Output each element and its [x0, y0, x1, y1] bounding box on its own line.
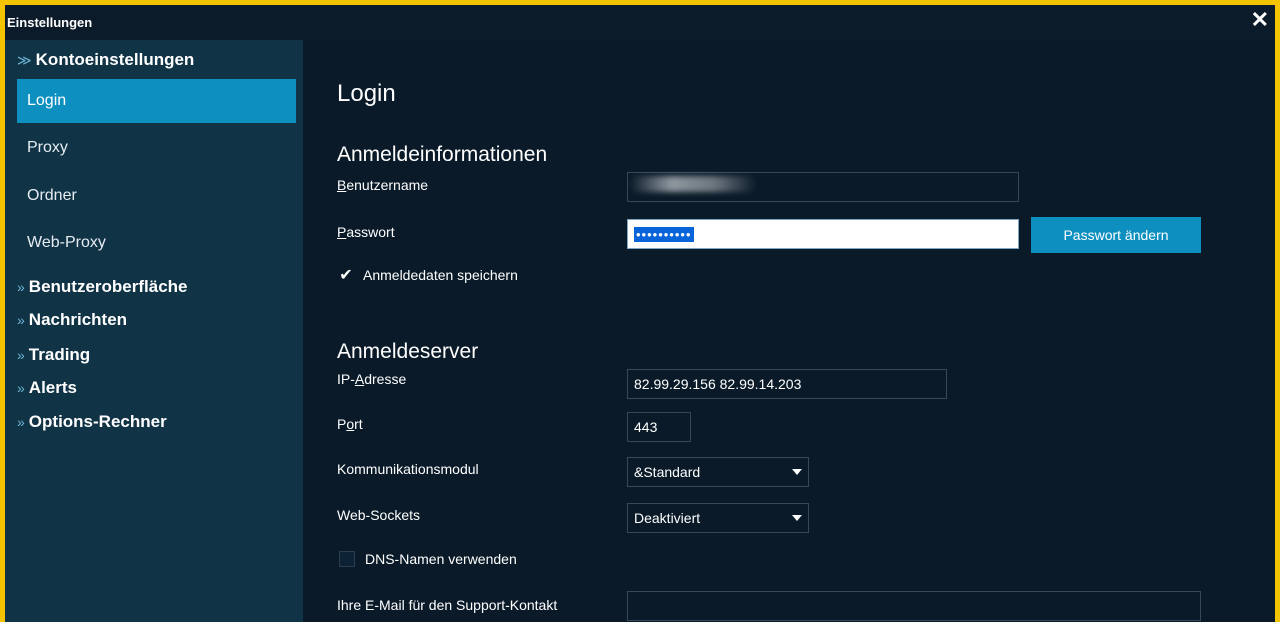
port-field[interactable]: 443	[627, 412, 691, 442]
username-label-accesskey: B	[337, 177, 347, 193]
websockets-value: Deaktiviert	[634, 510, 701, 526]
sidebar-group-kontoeinstellungen[interactable]: ≫ Kontoeinstellungen	[17, 50, 194, 70]
comm-module-select[interactable]: &Standard	[627, 457, 809, 487]
window-title: Einstellungen	[7, 15, 93, 30]
port-label: Port	[337, 416, 363, 432]
port-value: 443	[634, 419, 658, 435]
credentials-heading: Anmeldeinformationen	[337, 143, 548, 166]
sidebar-item-label: Login	[27, 92, 67, 109]
save-credentials-checkbox[interactable]: ✔ Anmeldedaten speichern	[339, 267, 518, 284]
sidebar-group-label: Options-Rechner	[28, 412, 167, 431]
server-heading: Anmeldeserver	[337, 340, 479, 363]
websockets-select[interactable]: Deaktiviert	[627, 503, 809, 533]
ip-label-post: dresse	[364, 371, 407, 387]
comm-module-label: Kommunikationsmodul	[337, 461, 479, 477]
ip-address-value: 82.99.29.156 82.99.14.203	[634, 376, 802, 392]
support-email-label: Ihre E-Mail für den Support-Kontakt	[337, 597, 558, 613]
close-icon[interactable]: ✕	[1251, 8, 1269, 32]
change-password-button[interactable]: Passwort ändern	[1031, 217, 1201, 253]
sidebar-group-label: Alerts	[28, 378, 77, 397]
username-redacted	[629, 176, 757, 192]
sidebar-item-web-proxy[interactable]: Web-Proxy	[17, 221, 296, 265]
websockets-label: Web-Sockets	[337, 507, 420, 523]
dns-names-checkbox[interactable]: DNS-Namen verwenden	[339, 551, 517, 567]
password-label: Passwort	[337, 224, 395, 240]
sidebar-group-alerts[interactable]: » Alerts	[17, 378, 77, 398]
sidebar-group-trading[interactable]: » Trading	[17, 345, 90, 365]
username-label: Benutzername	[337, 177, 428, 193]
ip-address-field[interactable]: 82.99.29.156 82.99.14.203	[627, 369, 947, 399]
sidebar-item-login[interactable]: Login	[17, 79, 296, 123]
save-credentials-label: Anmeldedaten speichern	[363, 267, 518, 283]
password-label-rest: asswort	[346, 224, 395, 240]
port-label-accesskey: o	[346, 416, 355, 432]
sidebar-group-benutzeroberflaeche[interactable]: » Benutzeroberfläche	[17, 277, 188, 297]
ip-label-accesskey: A	[354, 371, 365, 387]
sidebar-group-label: Nachrichten	[28, 310, 128, 329]
dns-names-label: DNS-Namen verwenden	[365, 551, 517, 567]
ip-label: IP-Adresse	[337, 371, 406, 387]
sidebar-item-ordner[interactable]: Ordner	[17, 174, 296, 218]
port-label-post: rt	[354, 416, 363, 432]
sidebar-item-label: Web-Proxy	[27, 234, 106, 251]
support-email-field[interactable]	[627, 591, 1201, 621]
chevron-down-icon	[792, 469, 802, 475]
sidebar-group-options-rechner[interactable]: » Options-Rechner	[17, 412, 167, 432]
checkmark-icon: ✔	[339, 267, 353, 284]
sidebar-item-label: Proxy	[27, 139, 68, 156]
sidebar-group-label: Kontoeinstellungen	[35, 50, 195, 69]
settings-window: Einstellungen ✕ ≫ Kontoeinstellungen Log…	[5, 5, 1275, 622]
title-bar: Einstellungen ✕	[5, 5, 1275, 40]
password-field[interactable]: ••••••••••	[627, 219, 1019, 249]
comm-module-value: &Standard	[634, 464, 701, 480]
chevron-right-icon: »	[17, 279, 25, 295]
sidebar-group-label: Trading	[28, 345, 91, 364]
password-mask: ••••••••••	[634, 226, 694, 242]
chevron-down-icon	[792, 515, 802, 521]
port-label-pre: P	[337, 416, 347, 432]
sidebar-item-proxy[interactable]: Proxy	[17, 126, 296, 170]
main-panel: Login Anmeldeinformationen Benutzername …	[303, 40, 1275, 622]
ip-label-pre: IP-	[337, 371, 355, 387]
chevron-right-icon: »	[17, 347, 25, 363]
sidebar-group-nachrichten[interactable]: » Nachrichten	[17, 310, 127, 330]
sidebar-group-label: Benutzeroberfläche	[28, 277, 188, 296]
sidebar-item-label: Ordner	[27, 187, 77, 204]
checkbox-icon	[339, 551, 355, 567]
username-label-rest: enutzername	[346, 177, 429, 193]
chevron-down-icon: ≫	[17, 51, 32, 68]
password-label-accesskey: P	[337, 224, 347, 240]
sidebar: ≫ Kontoeinstellungen Login Proxy Ordner …	[5, 40, 303, 622]
chevron-right-icon: »	[17, 414, 25, 430]
page-title: Login	[337, 80, 396, 107]
chevron-right-icon: »	[17, 380, 25, 396]
chevron-right-icon: »	[17, 312, 25, 328]
